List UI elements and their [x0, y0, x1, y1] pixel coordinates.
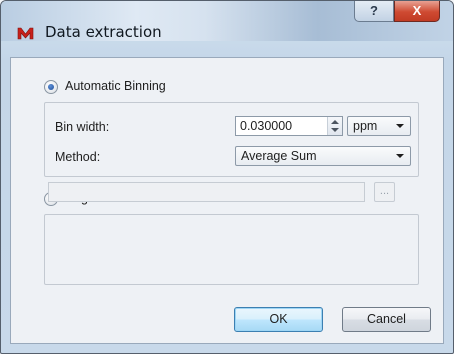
app-logo-icon	[17, 27, 34, 40]
regions-path-input[interactable]	[48, 182, 365, 202]
spin-down-icon[interactable]	[331, 128, 339, 132]
cancel-button[interactable]: Cancel	[342, 307, 431, 332]
help-button[interactable]: ?	[354, 1, 394, 22]
close-icon: X	[412, 3, 422, 18]
method-label: Method:	[55, 150, 101, 164]
window-title: Data extraction	[45, 23, 162, 41]
bin-width-label: Bin width:	[55, 120, 110, 134]
spin-up-icon[interactable]	[331, 120, 339, 124]
bin-width-spinbox[interactable]: 0.030000	[235, 116, 343, 136]
chevron-down-icon	[396, 124, 404, 128]
browse-button[interactable]: ...	[374, 182, 395, 202]
ok-button[interactable]: OK	[234, 307, 323, 332]
automatic-binning-radio[interactable]	[44, 80, 58, 94]
bin-width-value[interactable]: 0.030000	[240, 119, 292, 133]
regions-group	[44, 214, 419, 285]
method-select[interactable]: Average Sum	[235, 146, 411, 166]
method-select-value: Average Sum	[241, 149, 317, 163]
automatic-binning-label[interactable]: Automatic Binning	[65, 79, 166, 93]
close-button[interactable]: X	[394, 1, 440, 22]
title-bar[interactable]: Data extraction ? X	[1, 1, 453, 41]
dialog-window: Data extraction ? X Automatic Binning Bi…	[0, 0, 454, 354]
chevron-down-icon	[396, 154, 404, 158]
unit-select-value: ppm	[353, 119, 378, 133]
bin-width-stepper[interactable]	[327, 117, 342, 135]
help-icon: ?	[370, 3, 378, 18]
unit-select[interactable]: ppm	[347, 116, 411, 136]
